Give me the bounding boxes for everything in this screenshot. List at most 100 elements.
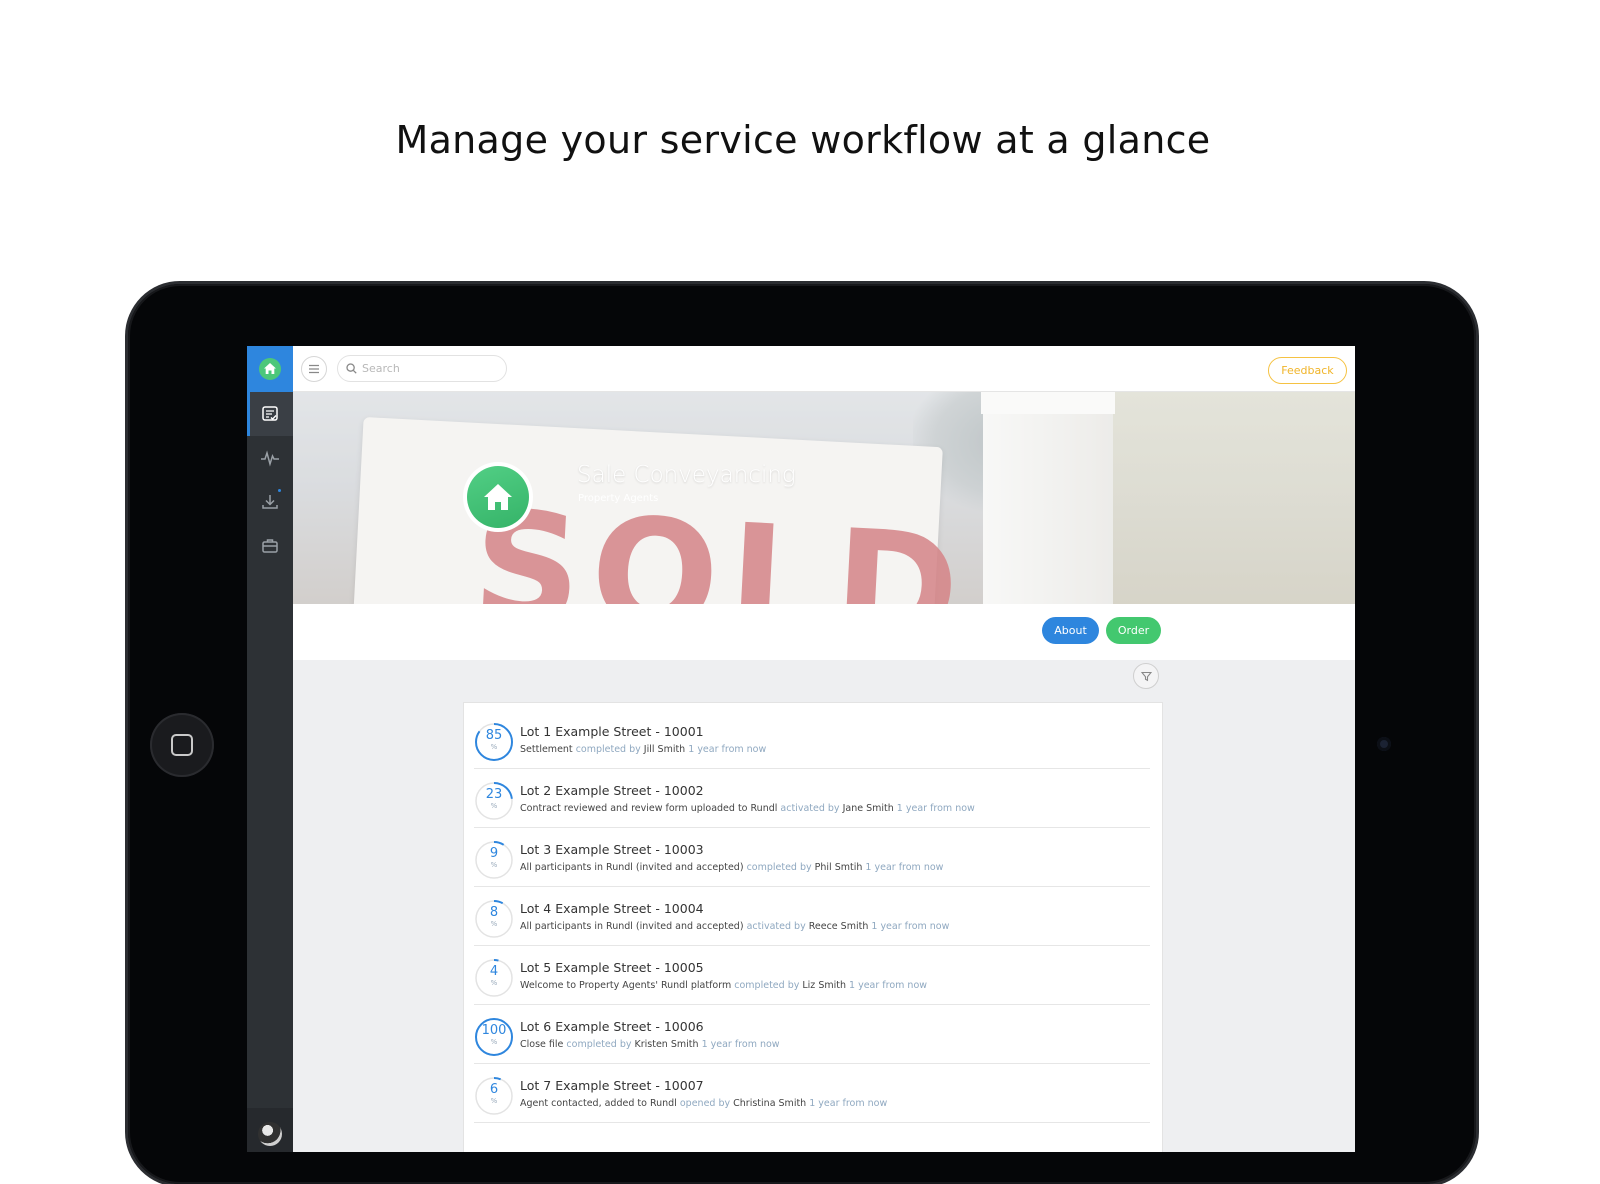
workflow-title[interactable]: Lot 5 Example Street - 10005 <box>520 960 704 975</box>
workflow-time: 1 year from now <box>849 980 928 991</box>
workflow-person: Jill Smith <box>643 744 686 755</box>
progress-percent-sign: % <box>490 1038 498 1046</box>
workflow-person: Liz Smith <box>802 980 846 991</box>
workflow-task: All participants in Rundl (invited and a… <box>520 862 744 873</box>
progress-value: 85 <box>485 728 503 743</box>
search-box[interactable] <box>337 355 507 382</box>
feedback-button[interactable]: Feedback <box>1268 357 1347 384</box>
progress-value: 100 <box>481 1023 507 1038</box>
progress-percent-sign: % <box>490 861 498 869</box>
progress-ring: 100% <box>474 1017 514 1057</box>
sidebar-item-downloads[interactable] <box>247 480 293 524</box>
workflow-task: Welcome to Property Agents' Rundl platfo… <box>520 980 732 991</box>
progress-percent-sign: % <box>490 920 498 928</box>
workflow-task: Contract reviewed and review form upload… <box>520 803 778 814</box>
workflow-task: All participants in Rundl (invited and a… <box>520 921 744 932</box>
workflow-time: 1 year from now <box>701 1039 780 1050</box>
workflow-time: 1 year from now <box>809 1098 888 1109</box>
workflow-meta: Welcome to Property Agents' Rundl platfo… <box>520 980 927 991</box>
workflow-row[interactable]: 23% Lot 2 Example Street - 10002 Contract … <box>474 769 1150 828</box>
progress-percent-sign: % <box>490 743 498 751</box>
workflow-verb: opened by <box>679 1098 731 1109</box>
progress-percent-sign: % <box>490 1097 498 1105</box>
search-icon <box>346 363 357 374</box>
workflow-task: Agent contacted, added to Rundl <box>520 1098 677 1109</box>
workflow-verb: activated by <box>780 803 840 814</box>
progress-value: 6 <box>489 1082 499 1097</box>
sidebar-item-services[interactable] <box>247 524 293 568</box>
home-icon <box>259 358 281 380</box>
sidebar <box>247 346 293 1152</box>
service-subtitle: Property Agents <box>578 493 659 504</box>
workflow-verb: completed by <box>734 980 800 991</box>
house-icon <box>484 484 512 510</box>
progress-value: 4 <box>489 964 499 979</box>
sidebar-item-activity[interactable] <box>247 436 293 480</box>
workflow-meta: Settlement completed by Jill Smith 1 yea… <box>520 744 766 755</box>
service-badge <box>463 462 533 532</box>
workflow-list: 85% Lot 1 Example Street - 10001 Settlemen… <box>463 702 1163 1152</box>
workflow-time: 1 year from now <box>865 862 944 873</box>
workflow-row[interactable]: 9% Lot 3 Example Street - 10003 All partic… <box>474 828 1150 887</box>
page-headline: Manage your service workflow at a glance <box>395 118 1211 162</box>
app-screen: Feedback SOLD Sale Conveyancing Property… <box>247 346 1355 1152</box>
workflow-person: Reece Smith <box>808 921 869 932</box>
progress-ring: 9% <box>474 840 514 880</box>
progress-percent-sign: % <box>490 802 498 810</box>
checklist-icon <box>262 406 278 421</box>
progress-value: 8 <box>489 905 499 920</box>
app-logo[interactable] <box>247 346 293 392</box>
workflow-row[interactable]: 85% Lot 1 Example Street - 10001 Settlemen… <box>474 710 1150 769</box>
workflow-time: 1 year from now <box>896 803 975 814</box>
workflow-title[interactable]: Lot 6 Example Street - 10006 <box>520 1019 704 1034</box>
workflow-time: 1 year from now <box>688 744 767 755</box>
tablet-home-button <box>150 713 214 777</box>
workflow-title[interactable]: Lot 7 Example Street - 10007 <box>520 1078 704 1093</box>
about-button[interactable]: About <box>1042 617 1099 644</box>
order-button[interactable]: Order <box>1106 617 1161 644</box>
briefcase-icon <box>262 539 278 553</box>
top-bar: Feedback <box>293 346 1355 392</box>
workflow-row[interactable]: 4% Lot 5 Example Street - 10005 Welcome to… <box>474 946 1150 1005</box>
progress-ring: 8% <box>474 899 514 939</box>
workflow-person: Jane Smith <box>842 803 894 814</box>
workflow-task: Settlement <box>520 744 573 755</box>
workflow-task: Close file <box>520 1039 564 1050</box>
progress-ring: 4% <box>474 958 514 998</box>
sidebar-item-workflows[interactable] <box>247 392 293 436</box>
workflow-title[interactable]: Lot 4 Example Street - 10004 <box>520 901 704 916</box>
workflow-person: Christina Smith <box>733 1098 807 1109</box>
workflow-verb: activated by <box>746 921 806 932</box>
hamburger-icon <box>309 364 319 374</box>
menu-button[interactable] <box>301 356 327 382</box>
workflow-meta: Close file completed by Kristen Smith 1 … <box>520 1039 780 1050</box>
progress-ring: 23% <box>474 781 514 821</box>
progress-ring: 85% <box>474 722 514 762</box>
search-input[interactable] <box>362 362 492 375</box>
workflow-verb: completed by <box>566 1039 632 1050</box>
workflow-meta: Agent contacted, added to Rundl opened b… <box>520 1098 887 1109</box>
workflow-meta: All participants in Rundl (invited and a… <box>520 862 943 873</box>
workflow-person: Kristen Smith <box>634 1039 699 1050</box>
workflow-person: Phil Smtih <box>814 862 863 873</box>
service-title: Sale Conveyancing <box>577 462 796 488</box>
progress-value: 23 <box>485 787 503 802</box>
workflow-verb: completed by <box>575 744 641 755</box>
workflow-meta: Contract reviewed and review form upload… <box>520 803 975 814</box>
workflow-time: 1 year from now <box>871 921 950 932</box>
filter-button[interactable] <box>1133 663 1159 689</box>
workflow-verb: completed by <box>746 862 812 873</box>
progress-ring: 6% <box>474 1076 514 1116</box>
workflow-title[interactable]: Lot 3 Example Street - 10003 <box>520 842 704 857</box>
activity-icon <box>261 450 279 467</box>
workflow-title[interactable]: Lot 2 Example Street - 10002 <box>520 783 704 798</box>
progress-value: 9 <box>489 846 499 861</box>
workflow-row[interactable]: 100% Lot 6 Example Street - 10006 Close fi… <box>474 1005 1150 1064</box>
workflow-title[interactable]: Lot 1 Example Street - 10001 <box>520 724 704 739</box>
filter-icon <box>1140 671 1152 681</box>
progress-percent-sign: % <box>490 979 498 987</box>
workflow-row[interactable]: 6% Lot 7 Example Street - 10007 Agent cont… <box>474 1064 1150 1123</box>
avatar[interactable] <box>258 1122 282 1146</box>
notification-dot <box>278 489 281 492</box>
workflow-row[interactable]: 8% Lot 4 Example Street - 10004 All partic… <box>474 887 1150 946</box>
